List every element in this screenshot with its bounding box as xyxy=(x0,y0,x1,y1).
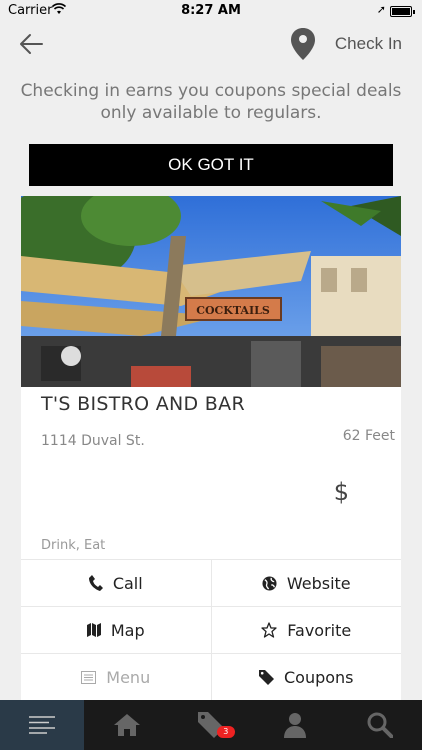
battery-icon xyxy=(390,6,415,17)
venue-actions: Call Website Map Favorite Menu Coupons xyxy=(21,559,401,700)
map-label: Map xyxy=(110,620,145,640)
tab-coupons[interactable]: 3 xyxy=(169,700,253,750)
call-button[interactable]: Call xyxy=(21,560,211,606)
tag-icon xyxy=(258,669,274,685)
venue-distance: 62 Feet xyxy=(342,428,395,444)
tab-feed[interactable] xyxy=(0,700,85,750)
menu-list-icon xyxy=(81,670,97,684)
menu-button[interactable]: Menu xyxy=(21,654,211,700)
favorite-button[interactable]: Favorite xyxy=(210,607,402,653)
venue-address: 1114 Duval St. xyxy=(41,433,145,449)
map-icon xyxy=(86,623,101,637)
map-pin-icon xyxy=(290,28,315,60)
venue-categories: Drink, Eat xyxy=(41,538,106,553)
home-icon xyxy=(113,714,140,736)
tab-profile[interactable] xyxy=(253,700,337,750)
venue-price-level: $ xyxy=(333,478,349,506)
check-in-label: Check In xyxy=(334,34,402,53)
venue-card: COCKTAILS T'S BISTRO AND BAR 62 Feet 111… xyxy=(21,196,401,702)
coupons-label: Coupons xyxy=(283,667,354,687)
hamburger-icon xyxy=(29,716,56,734)
check-in-button[interactable]: Check In xyxy=(290,26,402,62)
globe-icon xyxy=(262,575,277,591)
call-label: Call xyxy=(112,573,143,593)
venue-name: T'S BISTRO AND BAR xyxy=(41,393,245,415)
back-arrow-icon xyxy=(20,34,43,54)
cocktails-sign-text: COCKTAILS xyxy=(196,304,270,317)
phone-icon xyxy=(88,575,103,591)
search-icon xyxy=(367,712,393,738)
website-label: Website xyxy=(286,573,351,593)
tab-bar: 3 xyxy=(0,700,422,750)
coupons-badge: 3 xyxy=(216,726,235,738)
nav-bar: Check In xyxy=(0,22,422,66)
ok-got-it-button[interactable]: OK GOT IT xyxy=(29,144,393,186)
location-arrow-icon: ➚ xyxy=(376,3,386,16)
user-icon xyxy=(284,713,307,738)
clock: 8:27 AM xyxy=(181,3,241,18)
coupons-button[interactable]: Coupons xyxy=(210,654,402,700)
website-button[interactable]: Website xyxy=(210,560,402,606)
menu-label: Menu xyxy=(106,667,151,687)
status-bar: Carrier 8:27 AM ➚ xyxy=(0,0,422,22)
back-button[interactable] xyxy=(16,30,46,58)
tab-search[interactable] xyxy=(338,700,422,750)
favorite-label: Favorite xyxy=(287,620,352,640)
venue-photo: COCKTAILS xyxy=(21,196,401,387)
map-button[interactable]: Map xyxy=(21,607,211,653)
star-icon xyxy=(261,622,277,638)
check-in-info-text: Checking in earns you coupons special de… xyxy=(20,81,402,123)
tab-home[interactable] xyxy=(84,700,168,750)
